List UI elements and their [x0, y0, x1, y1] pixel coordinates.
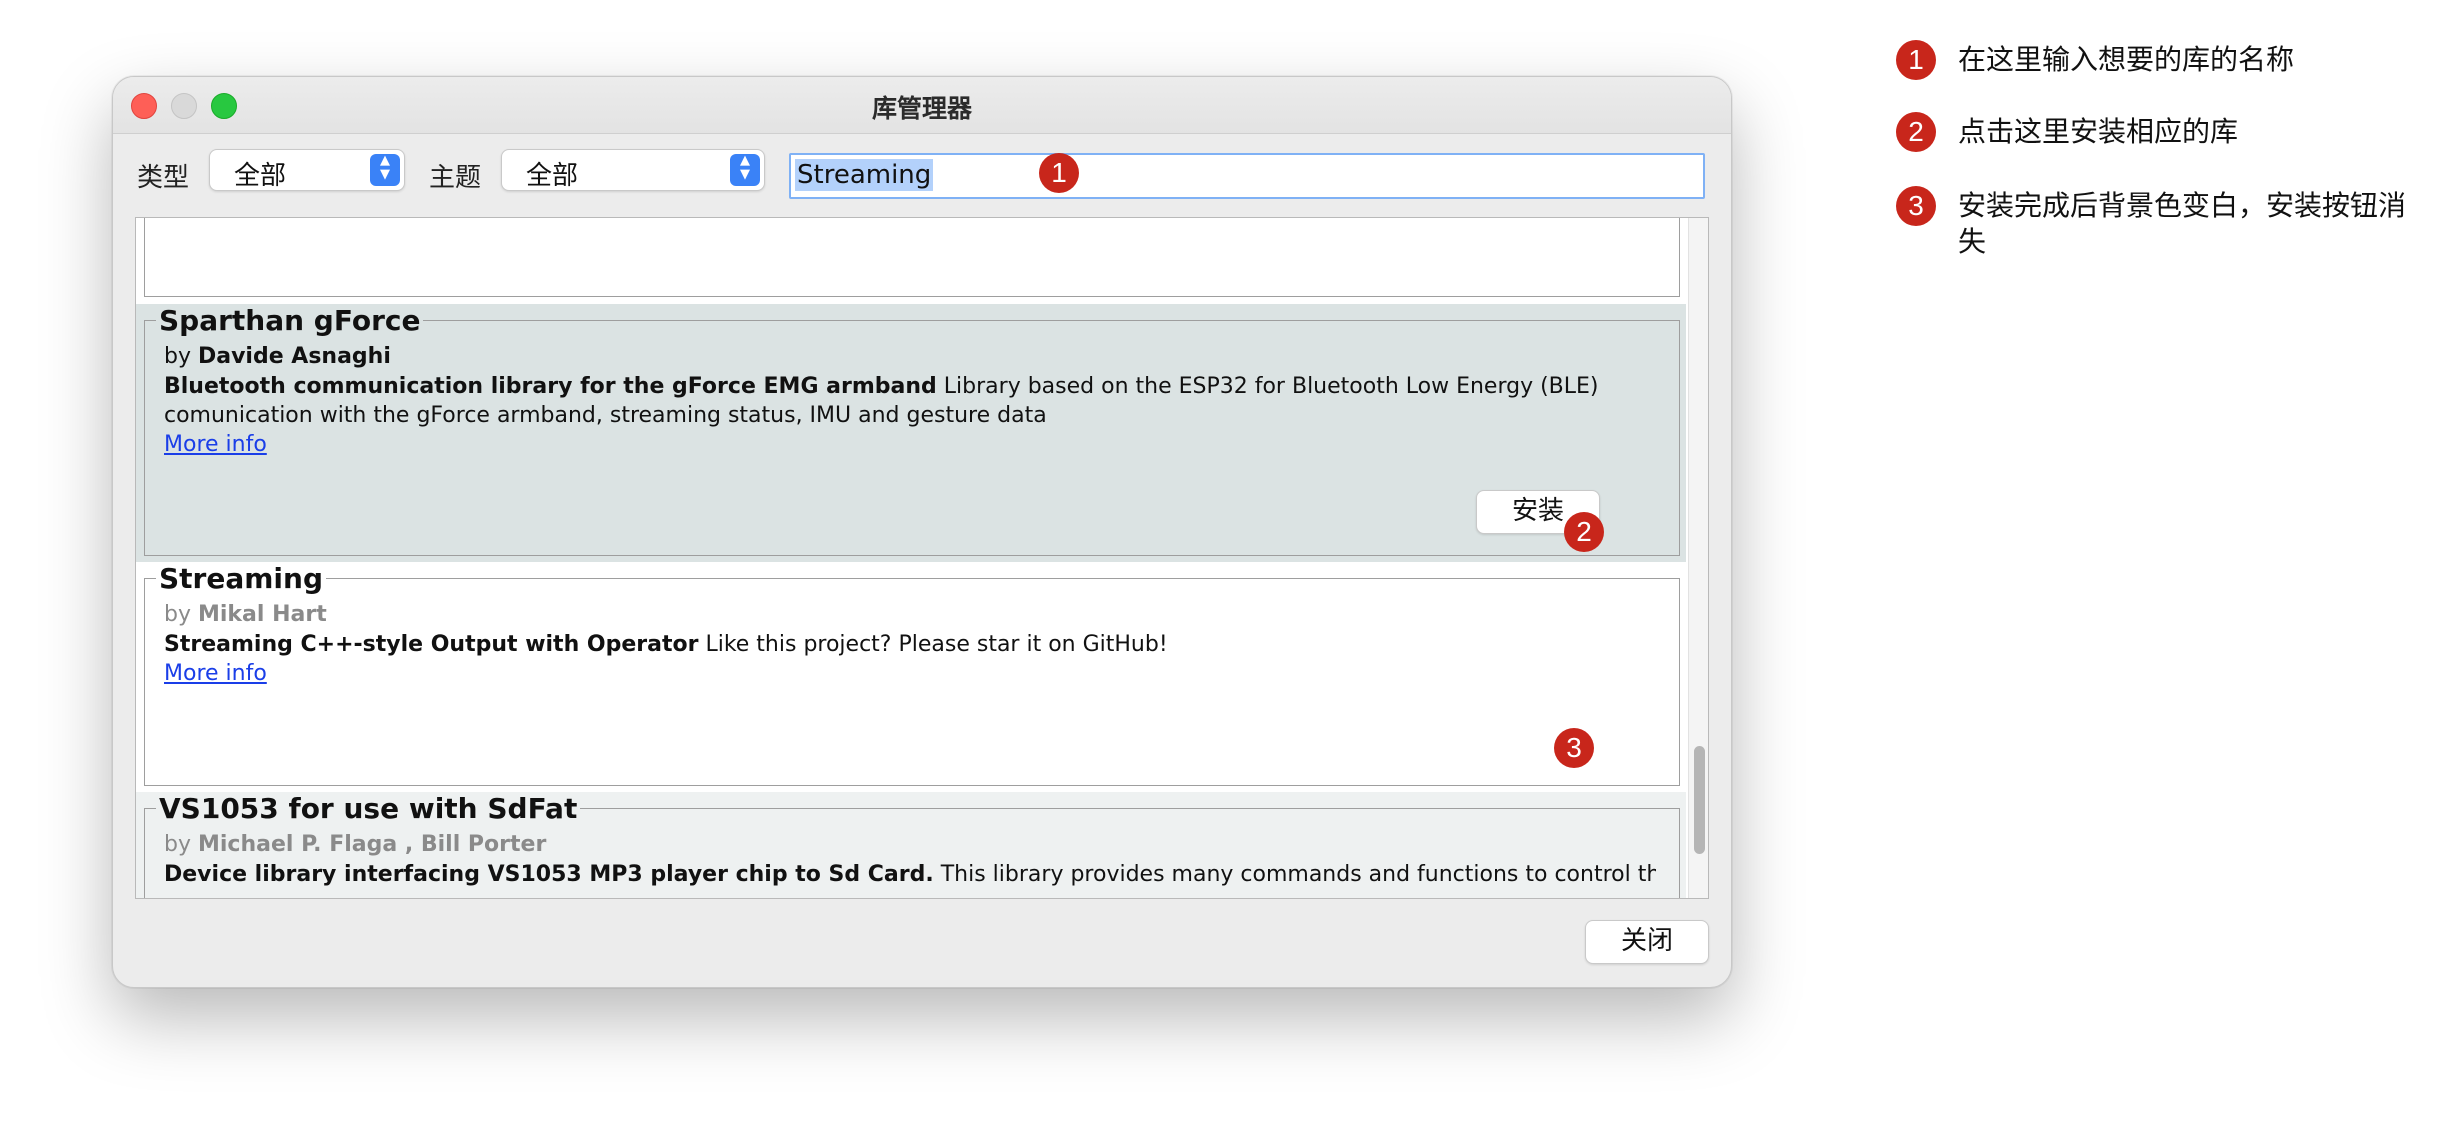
updown-chevron-icon: ▲ ▼	[730, 154, 760, 186]
list-item: Sparthan gForce by Davide Asnaghi Blueto…	[136, 304, 1686, 562]
library-name: Sparthan gForce	[156, 304, 424, 337]
type-select-value: 全部	[234, 161, 287, 191]
annotation-marker-2: 2	[1564, 512, 1604, 552]
library-author: Davide Asnaghi	[197, 344, 391, 369]
updown-chevron-icon: ▲ ▼	[370, 154, 400, 186]
library-by: by	[164, 344, 191, 369]
legend-text-1: 在这里输入想要的库的名称	[1958, 43, 2295, 76]
library-summary: Device library interfacing VS1053 MP3 pl…	[164, 862, 934, 887]
library-manager-window: 库管理器 类型 全部 ▲ ▼ 主题 全部 ▲ ▼ Streaming 1 Spart…	[112, 76, 1732, 988]
more-info-link[interactable]: More info	[164, 661, 267, 686]
topic-select-value: 全部	[526, 161, 579, 191]
list-item: Streaming by Mikal Hart Streaming C++-st…	[136, 562, 1686, 792]
search-input-value: Streaming	[795, 159, 934, 191]
close-button[interactable]: 关闭	[1585, 920, 1709, 964]
annotation-marker-3: 3	[1554, 728, 1594, 768]
library-description: Like this project? Please star it on Git…	[705, 632, 1168, 657]
list-item: VS1053 for use with SdFat by Michael P. …	[136, 792, 1686, 898]
library-name: VS1053 for use with SdFat	[156, 792, 581, 825]
legend-text-3: 安装完成后背景色变白，安装按钮消失	[1958, 189, 2407, 258]
scrollbar-thumb[interactable]	[1694, 746, 1705, 854]
window-title: 库管理器	[871, 94, 972, 123]
library-name: Streaming	[156, 562, 326, 595]
library-author: Mikal Hart	[197, 602, 327, 627]
topic-select[interactable]: 全部 ▲ ▼	[501, 149, 765, 191]
library-description: This library provides many commands and …	[940, 862, 1656, 887]
library-by: by	[164, 832, 191, 857]
library-by: by	[164, 602, 191, 627]
legend-text-2: 点击这里安装相应的库	[1958, 115, 2239, 148]
list-item	[136, 218, 1686, 302]
library-list[interactable]: Sparthan gForce by Davide Asnaghi Blueto…	[135, 217, 1709, 899]
type-label: 类型	[137, 163, 190, 193]
search-input[interactable]: Streaming	[789, 153, 1705, 199]
library-author: Michael P. Flaga , Bill Porter	[197, 832, 547, 857]
type-select[interactable]: 全部 ▲ ▼	[209, 149, 405, 191]
more-info-link[interactable]: More info	[164, 432, 267, 457]
library-summary: Bluetooth communication library for the …	[164, 374, 937, 399]
legend-marker-3: 3	[1896, 186, 1936, 226]
topic-label: 主题	[429, 163, 482, 193]
library-summary: Streaming C++-style Output with Operator	[164, 632, 699, 657]
legend-marker-1: 1	[1896, 40, 1936, 80]
title-bar: 库管理器	[113, 77, 1731, 134]
scrollbar[interactable]	[1688, 218, 1708, 898]
annotation-marker-1: 1	[1039, 153, 1079, 193]
legend-marker-2: 2	[1896, 112, 1936, 152]
